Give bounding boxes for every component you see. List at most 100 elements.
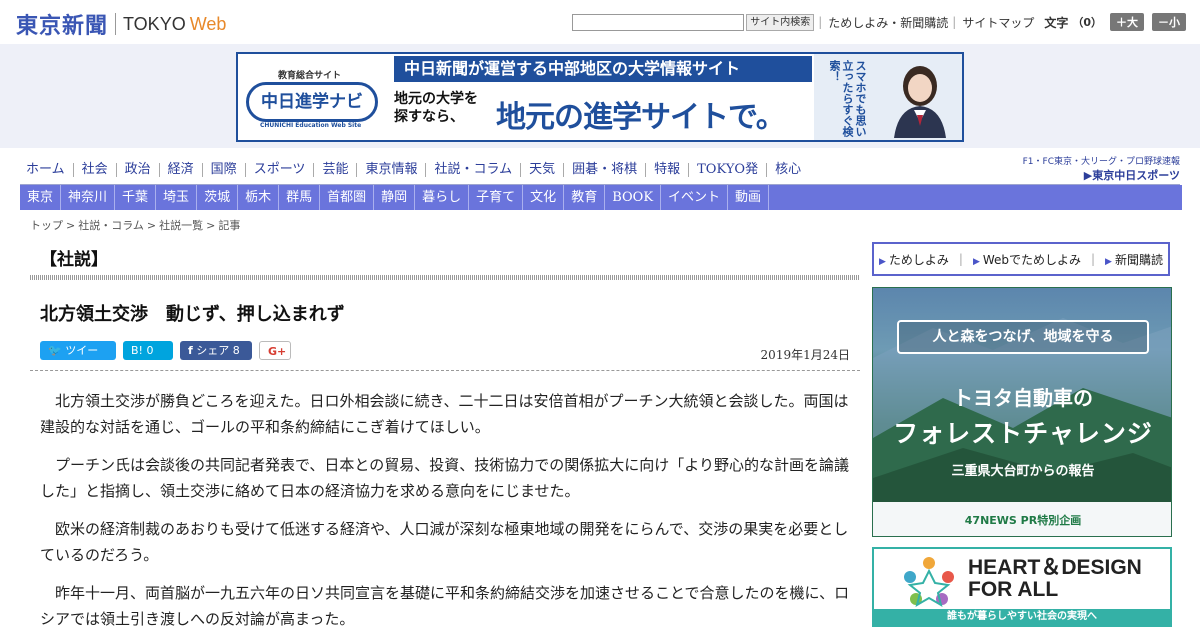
site-search-button[interactable]: サイト内検索: [746, 13, 815, 31]
twitter-bird-icon: 🐦: [48, 344, 62, 357]
regional-nav-item[interactable]: 首都圏: [320, 185, 375, 210]
heart-ad-line1: HEART＆DESIGN: [968, 556, 1142, 579]
article-date: 2019年1月24日: [760, 348, 850, 362]
divider: |: [952, 15, 957, 29]
logo-web: Web: [189, 13, 227, 34]
regional-nav-item[interactable]: 教育: [564, 185, 606, 210]
article-paragraph: 欧米の経済制裁のあおりも受けて低迷する経済や、人口減が深刻な極東地域の開発をにら…: [40, 520, 849, 564]
trial-subscribe-link[interactable]: ためしよみ・新聞購読: [828, 14, 948, 31]
breadcrumb-separator: >: [66, 219, 76, 232]
ad-big-copy: 地元の進学サイトで。: [496, 100, 786, 135]
breadcrumb-item[interactable]: 社説・コラム: [78, 219, 144, 232]
web-trial-label: Webでためしよみ: [982, 252, 1082, 267]
font-size-label: 文字: [1044, 15, 1069, 30]
ad-vertical-copy: スマホでも思い立ったらすぐ検索！: [828, 60, 867, 137]
font-size-value: （0）: [1072, 16, 1102, 29]
main-nav-item[interactable]: TOKYO発: [689, 163, 768, 177]
facebook-share-label: シェア 8: [196, 344, 240, 357]
breadcrumb-item: 記事: [218, 219, 241, 232]
regional-nav-item[interactable]: 千葉: [115, 185, 157, 210]
forest-ad-footer: 47NEWS PR特別企画: [964, 514, 1082, 527]
main-nav-item[interactable]: 国際: [203, 163, 246, 177]
main-nav-item[interactable]: 芸能: [314, 163, 358, 177]
article-paragraph: プーチン氏は会談後の共同記者発表で、日本との貿易、投資、技術協力での関係拡大に向…: [40, 456, 849, 500]
regional-nav-item[interactable]: 暮らし: [415, 185, 470, 210]
regional-nav-item[interactable]: 茨城: [197, 185, 239, 210]
facebook-icon: f: [188, 344, 193, 357]
share-buttons: 🐦 ツイート B! 0 f シェア 8 G+: [40, 341, 298, 376]
trial-label: ためしよみ: [888, 252, 949, 267]
main-nav-item[interactable]: ホーム: [20, 163, 74, 177]
arrow-right-icon: ▶: [972, 256, 980, 267]
regional-nav-item[interactable]: 栃木: [238, 185, 280, 210]
arrow-right-icon: ▶: [1105, 256, 1112, 267]
hatena-bookmark-button[interactable]: B! 0: [123, 341, 173, 360]
main-nav-items: ホーム 社会 政治 経済 国際 スポーツ 芸能 東京情報 社説・コラム 天気 囲碁・将棋 特報 TOKY…: [20, 157, 1180, 183]
regional-nav-item[interactable]: 静岡: [374, 185, 416, 210]
chunichi-sports-link[interactable]: F1・FC東京・大リーグ・プロ野球速報 ▶東京中日スポーツ: [1023, 154, 1180, 183]
main-nav-item[interactable]: 核心: [767, 163, 809, 177]
facebook-share-button[interactable]: f シェア 8: [180, 341, 252, 360]
toyota-forest-ad[interactable]: 人と森をつなげ、地域を守る トヨタ自動車の フォレストチャレンジ 三重県大台町か…: [872, 287, 1172, 537]
heart-design-ad[interactable]: HEART＆DESIGN FOR ALL 誰もが暮らしやすい社会の実現へ: [872, 547, 1172, 627]
font-smaller-button[interactable]: －小: [1152, 13, 1186, 31]
subscription-label: 新聞購読: [1114, 252, 1163, 267]
breadcrumb-item[interactable]: 社説一覧: [159, 219, 203, 232]
breadcrumb: トップ > 社説・コラム > 社説一覧 > 記事: [30, 217, 240, 233]
main-nav-item[interactable]: 東京情報: [357, 163, 427, 177]
subscription-link[interactable]: ▶ 新聞購読: [1105, 251, 1163, 268]
breadcrumb-item[interactable]: トップ: [30, 219, 63, 232]
regional-nav-item[interactable]: 群馬: [279, 185, 321, 210]
main-nav-item[interactable]: 政治: [117, 163, 160, 177]
logo-jp: 東京新聞: [16, 14, 109, 39]
regional-nav-item[interactable]: 埼玉: [156, 185, 198, 210]
forest-ad-line2: フォレストチャレンジ: [893, 419, 1153, 448]
regional-nav-item[interactable]: 動画: [728, 185, 770, 210]
main-nav-item[interactable]: 特報: [646, 163, 690, 177]
main-nav-item[interactable]: 経済: [160, 163, 203, 177]
logo-tokyo: TOKYO: [123, 13, 186, 34]
site-logo[interactable]: 東京新聞 TOKYO Web: [16, 8, 226, 40]
regional-nav-item[interactable]: 文化: [523, 185, 565, 210]
student-photo: [894, 66, 946, 138]
search-input[interactable]: [572, 13, 745, 31]
regional-nav-item[interactable]: イベント: [661, 185, 729, 210]
breadcrumb-separator: >: [146, 219, 157, 232]
regional-nav-item[interactable]: 東京: [20, 185, 62, 210]
regional-navigation: 東京 神奈川 千葉 埼玉 茨城 栃木 群馬 首都圏 静岡 暮らし 子育て 文化 教育 BOOK イベント 動画: [20, 185, 1182, 210]
header-tools: サイト内検索 | ためしよみ・新聞購読 | サイトマップ 文字 （0） ＋大 －…: [572, 13, 1186, 31]
arrow-right-icon: ▶: [878, 256, 886, 267]
ad-tag: 教育総合サイト: [278, 71, 342, 81]
google-plus-button[interactable]: G+: [259, 341, 291, 360]
main-nav-item[interactable]: スポーツ: [246, 163, 315, 177]
main-nav-item[interactable]: 囲碁・将棋: [564, 163, 647, 177]
article-paragraph: 昨年十一月、両首脳が一九五六年の日ソ共同宣言を基礎に平和条約締結交渉を加速させる…: [40, 584, 850, 628]
regional-nav-item[interactable]: 神奈川: [61, 185, 116, 210]
main-navigation: ホーム 社会 政治 経済 国際 スポーツ 芸能 東京情報 社説・コラム 天気 囲碁・将棋 特報 TOKY…: [20, 157, 1180, 185]
forest-ad-line1: トヨタ自動車の: [953, 386, 1093, 410]
regional-nav-item[interactable]: 子育て: [469, 185, 524, 210]
star-people-logo-icon: [904, 557, 954, 608]
ad-headline: 中日新聞が運営する中部地区の大学情報サイト: [394, 56, 812, 82]
main-nav-item[interactable]: 社会: [74, 163, 117, 177]
shingaku-navi-ad-banner[interactable]: 教育総合サイト 中日進学ナビ CHUNICHI Education Web Si…: [236, 52, 964, 142]
web-trial-link[interactable]: ▶ Webでためしよみ: [973, 251, 1081, 268]
shingaku-navi-logo: 中日進学ナビ: [246, 82, 378, 122]
ad-photo-area: スマホでも思い立ったらすぐ検索！: [814, 54, 962, 140]
trial-link[interactable]: ▶ ためしよみ: [879, 251, 949, 268]
article-body: 北方領土交渉が勝負どころを迎えた。日ロ外相会談に続き、二十二日は安倍首相がプーチ…: [40, 388, 850, 644]
divider: |: [958, 252, 963, 266]
regional-nav-item[interactable]: BOOK: [605, 185, 662, 210]
main-nav-item[interactable]: 天気: [521, 163, 565, 177]
article-rule: [30, 370, 860, 371]
logo-divider: [115, 13, 117, 35]
divider: |: [818, 15, 823, 29]
sitemap-link[interactable]: サイトマップ: [962, 14, 1034, 31]
tweet-button[interactable]: 🐦 ツイート: [40, 341, 116, 376]
article-headline: 北方領土交渉 動じず、押し込まれず: [40, 304, 345, 325]
font-larger-button[interactable]: ＋大: [1110, 13, 1144, 31]
main-nav-item[interactable]: 社説・コラム: [426, 163, 522, 177]
heart-ad-line2: FOR ALL: [968, 578, 1059, 601]
site-header: 東京新聞 TOKYO Web サイト内検索 | ためしよみ・新聞購読 | サイト…: [0, 0, 1200, 44]
article-paragraph: 北方領土交渉が勝負どころを迎えた。日ロ外相会談に続き、二十二日は安倍首相がプーチ…: [40, 392, 849, 436]
